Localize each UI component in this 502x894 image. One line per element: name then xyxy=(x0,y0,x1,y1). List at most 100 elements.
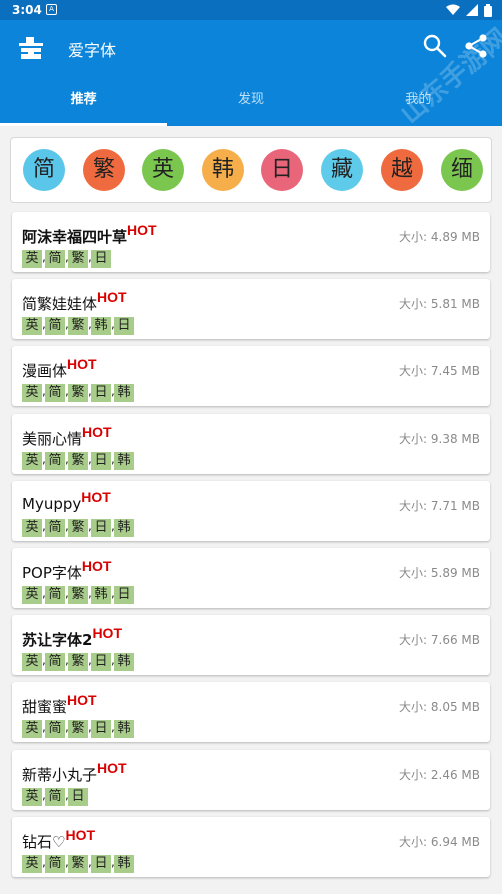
language-tag: 英 xyxy=(22,788,42,806)
battery-icon xyxy=(484,3,492,17)
language-tag: 韩 xyxy=(114,519,134,537)
language-tag: 韩 xyxy=(114,384,134,402)
language-filter-7[interactable]: 缅 xyxy=(441,149,483,191)
hot-badge: HOT xyxy=(67,356,97,372)
hot-badge: HOT xyxy=(82,424,112,440)
language-tag: 简 xyxy=(45,653,65,671)
language-tag: 韩 xyxy=(91,317,111,335)
language-tag: 繁 xyxy=(68,317,88,335)
status-bar: 3:04 A xyxy=(0,0,502,20)
language-tag: 英 xyxy=(22,250,42,268)
status-time: 3:04 xyxy=(12,3,42,17)
language-tag: 日 xyxy=(91,855,111,873)
font-list-item[interactable]: 钻石♡HOT 大小: 6.94 MB 英, 简, 繁, 日, 韩 xyxy=(12,817,490,877)
language-tag: 繁 xyxy=(68,586,88,604)
hot-badge: HOT xyxy=(127,222,157,238)
font-name: 美丽心情HOT xyxy=(22,424,112,449)
tab-discover[interactable]: 发现 xyxy=(167,86,334,126)
language-tag: 日 xyxy=(91,452,111,470)
font-name: 甜蜜蜜HOT xyxy=(22,692,97,717)
search-icon[interactable] xyxy=(422,33,448,59)
language-tag: 英 xyxy=(22,384,42,402)
language-tag: 繁 xyxy=(68,855,88,873)
language-tag: 简 xyxy=(45,384,65,402)
hot-badge: HOT xyxy=(81,489,111,505)
language-filter-0[interactable]: 简 xyxy=(23,149,65,191)
language-filter-3[interactable]: 韩 xyxy=(202,149,244,191)
font-list-item[interactable]: 简繁娃娃体HOT 大小: 5.81 MB 英, 简, 繁, 韩, 日 xyxy=(12,279,490,339)
font-file-size: 大小: 6.94 MB xyxy=(399,835,480,849)
language-tag: 日 xyxy=(68,788,88,806)
language-tag: 繁 xyxy=(68,250,88,268)
font-name-text: 新蒂小丸子 xyxy=(22,766,98,784)
language-tag: 日 xyxy=(91,653,111,671)
font-name-text: 甜蜜蜜 xyxy=(22,698,68,716)
language-tag: 英 xyxy=(22,653,42,671)
notification-icon: A xyxy=(46,4,57,15)
language-tags: 英,简,繁,日,韩 xyxy=(22,452,134,470)
language-tag: 简 xyxy=(45,452,65,470)
language-tags: 英,简,繁,日,韩 xyxy=(22,519,134,537)
hot-badge: HOT xyxy=(97,289,127,305)
font-name-text: Myuppy xyxy=(22,495,82,513)
font-list-item[interactable]: 漫画体HOT 大小: 7.45 MB 英, 简, 繁, 日, 韩 xyxy=(12,346,490,406)
language-tag: 英 xyxy=(22,317,42,335)
language-tag: 日 xyxy=(91,720,111,738)
font-list-item[interactable]: 阿沫幸福四叶草HOT 大小: 4.89 MB 英, 简, 繁, 日 xyxy=(12,212,490,272)
signal-icon xyxy=(466,4,478,16)
language-tag: 英 xyxy=(22,586,42,604)
font-list-item[interactable]: 美丽心情HOT 大小: 9.38 MB 英, 简, 繁, 日, 韩 xyxy=(12,414,490,474)
language-tag: 英 xyxy=(22,855,42,873)
language-filter-1[interactable]: 繁 xyxy=(83,149,125,191)
font-name-text: 阿沫幸福四叶草 xyxy=(22,228,128,246)
language-tag: 简 xyxy=(45,855,65,873)
font-name: 漫画体HOT xyxy=(22,356,97,381)
font-file-size: 大小: 8.05 MB xyxy=(399,700,480,714)
font-name: 苏让字体2HOT xyxy=(22,625,122,650)
font-list-item[interactable]: 苏让字体2HOT 大小: 7.66 MB 英, 简, 繁, 日, 韩 xyxy=(12,615,490,675)
font-name: 阿沫幸福四叶草HOT xyxy=(22,222,157,247)
font-list-item[interactable]: MyuppyHOT 大小: 7.71 MB 英, 简, 繁, 日, 韩 xyxy=(12,481,490,541)
language-tag: 英 xyxy=(22,452,42,470)
language-filter-2[interactable]: 英 xyxy=(142,149,184,191)
language-tag: 韩 xyxy=(114,720,134,738)
tab-mine[interactable]: 我的 xyxy=(335,86,502,126)
language-tag: 韩 xyxy=(114,653,134,671)
language-tags: 英,简,繁,日,韩 xyxy=(22,653,134,671)
share-icon[interactable] xyxy=(463,33,489,59)
hat-toolbox-icon[interactable] xyxy=(16,34,46,64)
font-name-text: POP字体 xyxy=(22,564,82,582)
language-tags: 英,简,繁,韩,日 xyxy=(22,317,134,335)
language-tag: 韩 xyxy=(91,586,111,604)
app-title: 爱字体 xyxy=(68,41,117,60)
language-tag: 简 xyxy=(45,519,65,537)
tab-bar: 推荐 发现 我的 xyxy=(0,86,502,126)
language-filter-6[interactable]: 越 xyxy=(381,149,423,191)
language-filter-4[interactable]: 日 xyxy=(261,149,303,191)
hot-badge: HOT xyxy=(65,827,96,843)
language-tags: 英,简,繁,日,韩 xyxy=(22,384,134,402)
font-list-item[interactable]: 新蒂小丸子HOT 大小: 2.46 MB 英, 简, 日 xyxy=(12,750,490,810)
hot-badge: HOT xyxy=(92,625,122,641)
language-tag: 日 xyxy=(91,384,111,402)
font-name-text: 简繁娃娃体 xyxy=(22,295,98,313)
language-tag: 简 xyxy=(45,788,65,806)
language-tags: 英,简,繁,韩,日 xyxy=(22,586,134,604)
font-name-text: 钻石♡ xyxy=(22,833,66,851)
font-file-size: 大小: 5.81 MB xyxy=(399,297,480,311)
language-tag: 简 xyxy=(45,317,65,335)
font-name-text: 苏让字体2 xyxy=(22,631,93,649)
language-tag: 繁 xyxy=(68,519,88,537)
hot-badge: HOT xyxy=(97,760,127,776)
language-tag: 日 xyxy=(114,586,134,604)
language-filter-5[interactable]: 藏 xyxy=(321,149,363,191)
font-list-item[interactable]: 甜蜜蜜HOT 大小: 8.05 MB 英, 简, 繁, 日, 韩 xyxy=(12,682,490,742)
language-tag: 韩 xyxy=(114,452,134,470)
language-tag: 日 xyxy=(114,317,134,335)
tab-recommend[interactable]: 推荐 xyxy=(0,86,168,126)
font-name: MyuppyHOT xyxy=(22,489,111,513)
font-list-item[interactable]: POP字体HOT 大小: 5.89 MB 英, 简, 繁, 韩, 日 xyxy=(12,548,490,608)
font-file-size: 大小: 4.89 MB xyxy=(399,230,480,244)
language-tags: 英,简,日 xyxy=(22,788,88,806)
language-tags: 英,简,繁,日,韩 xyxy=(22,855,134,873)
